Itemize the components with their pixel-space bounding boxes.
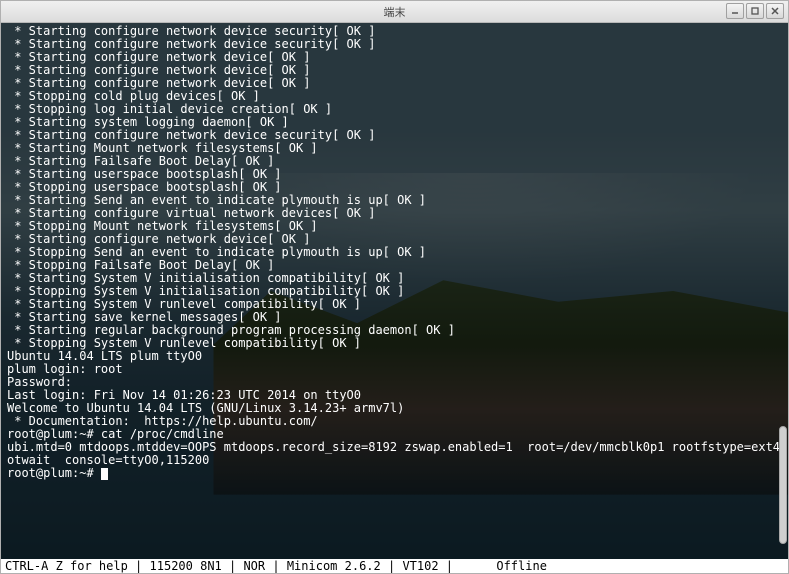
terminal-window: 端末 * Starting configure network device s… <box>0 0 789 574</box>
minimize-button[interactable] <box>726 3 744 19</box>
status-term: VT102 <box>402 559 438 573</box>
scrollbar-thumb[interactable] <box>779 426 787 544</box>
status-app: Minicom 2.6.2 <box>287 559 381 573</box>
close-icon <box>770 6 780 16</box>
status-serial: 115200 8N1 <box>150 559 222 573</box>
terminal-line: plum login: root <box>7 363 782 376</box>
status-help: CTRL-A Z for help <box>5 559 128 573</box>
terminal-cursor <box>101 468 108 480</box>
status-mode: NOR <box>243 559 265 573</box>
window-title: 端末 <box>384 4 406 20</box>
window-controls <box>726 3 784 19</box>
terminal-line: Ubuntu 14.04 LTS plum ttyO0 <box>7 350 782 363</box>
terminal-output[interactable]: * Starting configure network device secu… <box>1 23 788 559</box>
titlebar[interactable]: 端末 <box>1 1 788 23</box>
terminal-line: otwait console=ttyO0,115200 <box>7 454 782 467</box>
maximize-icon <box>750 6 760 16</box>
minimize-icon <box>730 6 740 16</box>
close-button[interactable] <box>766 3 784 19</box>
minicom-statusbar: CTRL-A Z for help | 115200 8N1 | NOR | M… <box>1 559 788 573</box>
terminal-viewport[interactable]: * Starting configure network device secu… <box>1 23 788 559</box>
terminal-line: root@plum:~# <box>7 467 782 480</box>
vertical-scrollbar[interactable] <box>778 22 788 560</box>
maximize-button[interactable] <box>746 3 764 19</box>
status-conn: Offline <box>496 559 547 573</box>
